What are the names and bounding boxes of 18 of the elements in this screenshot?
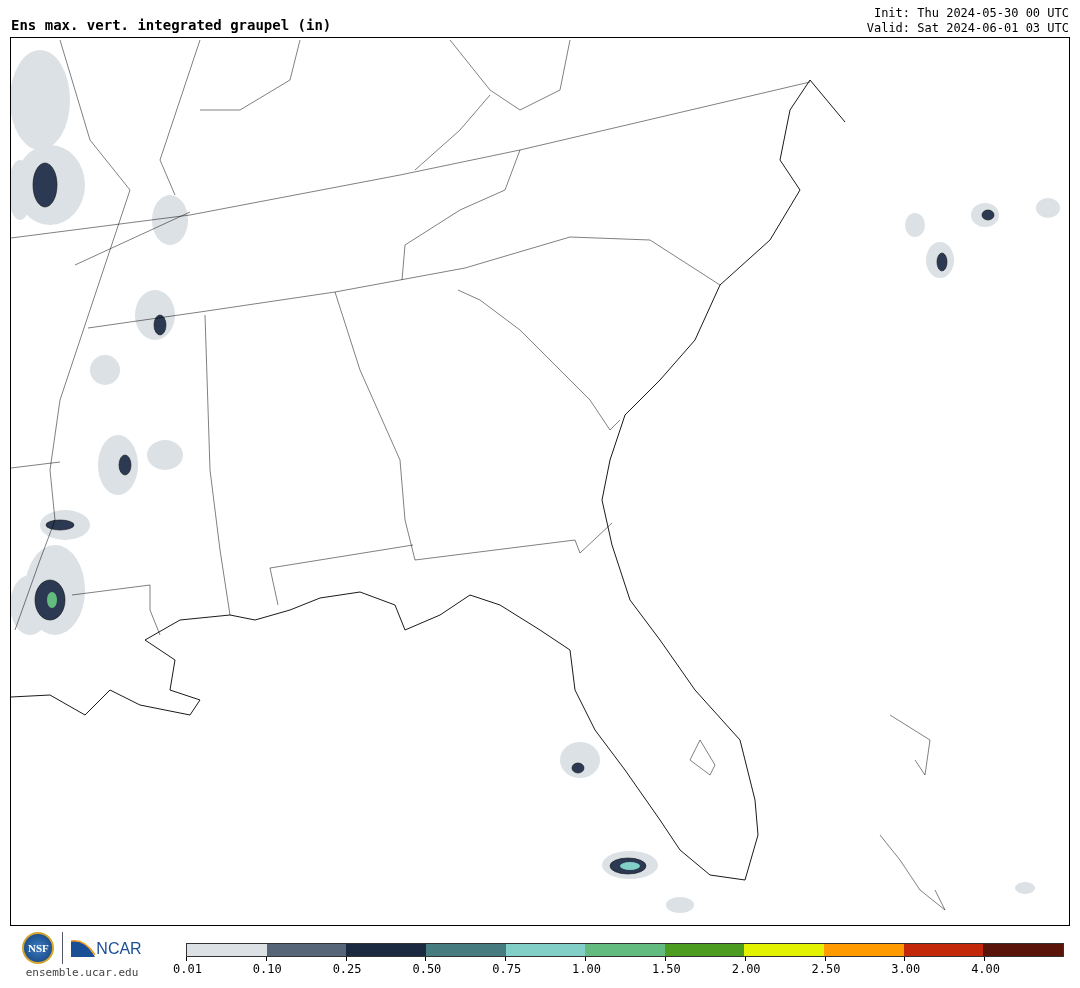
website-url: ensemble.ucar.edu: [25, 966, 139, 979]
scale-label: 0.25: [332, 962, 362, 976]
scale-label: 4.00: [971, 962, 1001, 976]
valid-time: Valid: Sat 2024-06-01 03 UTC: [866, 21, 1069, 36]
scale-label: 0.50: [412, 962, 442, 976]
scale-label: 0.01: [173, 962, 202, 976]
scale-label: 3.00: [891, 962, 921, 976]
nsf-logo: NSF: [22, 932, 55, 964]
chart-title: Ens max. vert. integrated graupel (in): [11, 17, 332, 35]
init-time: Init: Thu 2024-05-30 00 UTC: [873, 6, 1069, 21]
scale-label: 2.00: [731, 962, 761, 976]
scale-label: 1.00: [572, 962, 601, 976]
scale-label: 0.75: [492, 962, 522, 976]
scale-label: 2.50: [811, 962, 841, 976]
ncar-logo-text: NCAR: [96, 941, 142, 957]
scale-label: 0.10: [252, 962, 282, 976]
scale-label: 1.50: [651, 962, 681, 976]
swoosh-icon: [71, 939, 96, 957]
